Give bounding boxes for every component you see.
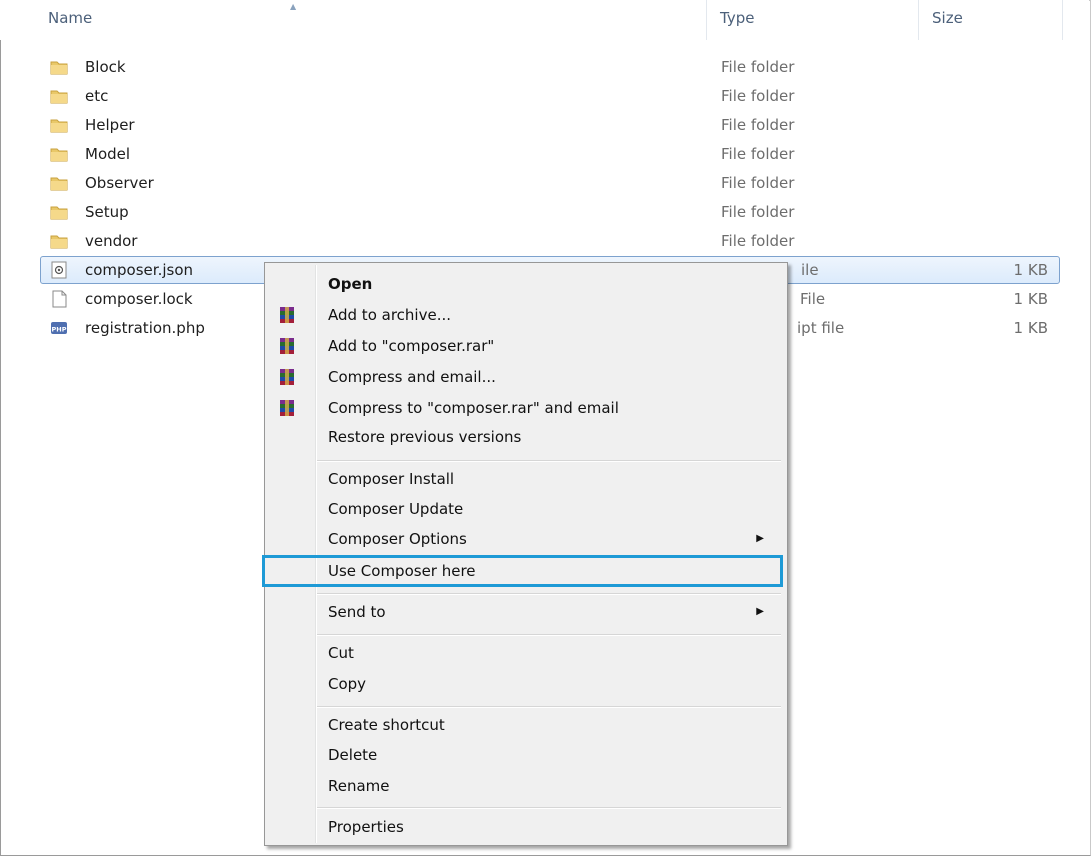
menu-item-label: Rename xyxy=(328,777,390,795)
menu-item-composer-install[interactable]: Composer Install xyxy=(268,464,784,494)
menu-item-restore-previous-versions[interactable]: Restore previous versions xyxy=(268,422,784,452)
menu-item-label: Cut xyxy=(328,644,354,662)
menu-item-label: Copy xyxy=(328,675,367,693)
file-name: etc xyxy=(85,87,109,105)
menu-separator xyxy=(317,634,781,636)
menu-separator xyxy=(317,706,781,708)
svg-text:PHP: PHP xyxy=(52,326,67,334)
file-type: File folder xyxy=(721,232,795,250)
menu-separator xyxy=(317,807,781,809)
file-size: 1 KB xyxy=(1013,261,1048,279)
submenu-arrow-icon: ▶ xyxy=(756,606,764,617)
menu-item-compress-and-email[interactable]: Compress and email... xyxy=(268,362,784,392)
menu-item-add-to-rar[interactable]: Add to "composer.rar" xyxy=(268,331,784,361)
file-type: File folder xyxy=(721,145,795,163)
menu-item-create-shortcut[interactable]: Create shortcut xyxy=(268,710,784,740)
menu-item-label: Compress and email... xyxy=(328,368,496,386)
file-name: Setup xyxy=(85,203,129,221)
folder-icon xyxy=(50,119,68,133)
column-header-type[interactable]: Type xyxy=(720,0,754,40)
context-menu: Open Add to archive... Add to "composer.… xyxy=(264,262,788,846)
file-type: ile xyxy=(801,261,819,279)
highlight-annotation-box xyxy=(262,555,783,587)
menu-item-copy[interactable]: Copy xyxy=(268,669,784,699)
menu-item-cut[interactable]: Cut xyxy=(268,638,784,668)
list-item-folder[interactable]: Helper File folder xyxy=(40,111,1060,139)
column-header-size[interactable]: Size xyxy=(932,0,963,40)
menu-item-properties[interactable]: Properties xyxy=(268,812,784,842)
folder-icon xyxy=(50,90,68,104)
list-item-folder[interactable]: Model File folder xyxy=(40,140,1060,168)
menu-item-send-to[interactable]: Send to ▶ xyxy=(268,597,784,627)
menu-item-composer-update[interactable]: Composer Update xyxy=(268,494,784,524)
file-type: File folder xyxy=(721,203,795,221)
file-name: composer.lock xyxy=(85,290,193,308)
menu-separator xyxy=(317,593,781,595)
file-type: ipt file xyxy=(797,319,845,337)
list-item-folder[interactable]: Observer File folder xyxy=(40,169,1060,197)
file-name: Helper xyxy=(85,116,135,134)
file-name: Observer xyxy=(85,174,154,192)
file-name: Model xyxy=(85,145,131,163)
file-type: File xyxy=(800,290,826,308)
blank-file-icon xyxy=(52,290,67,308)
menu-item-rename[interactable]: Rename xyxy=(268,771,784,801)
menu-item-label: Composer Options xyxy=(328,530,467,548)
menu-item-label: Restore previous versions xyxy=(328,428,522,446)
column-header-bar: Name ▲ Type Size xyxy=(0,0,1089,40)
json-file-icon xyxy=(51,261,67,279)
file-size: 1 KB xyxy=(1013,319,1048,337)
folder-icon xyxy=(50,148,68,162)
column-divider[interactable] xyxy=(706,0,707,40)
menu-item-label: Delete xyxy=(328,746,378,764)
menu-item-label: Composer Update xyxy=(328,500,464,518)
menu-item-label: Open xyxy=(328,275,373,293)
column-header-name[interactable]: Name xyxy=(48,0,92,40)
list-item-folder[interactable]: Block File folder xyxy=(40,53,1060,81)
winrar-icon xyxy=(280,338,294,354)
sort-ascending-icon: ▲ xyxy=(290,2,297,11)
file-name: vendor xyxy=(85,232,138,250)
list-item-folder[interactable]: vendor File folder xyxy=(40,227,1060,255)
folder-icon xyxy=(50,177,68,191)
menu-item-composer-options[interactable]: Composer Options ▶ xyxy=(268,524,784,554)
menu-item-compress-to-rar-and-email[interactable]: Compress to "composer.rar" and email xyxy=(268,393,784,423)
file-name: composer.json xyxy=(85,261,194,279)
menu-item-label: Add to "composer.rar" xyxy=(328,337,495,355)
file-type: File folder xyxy=(721,87,795,105)
file-name: registration.php xyxy=(85,319,205,337)
menu-item-label: Add to archive... xyxy=(328,306,451,324)
folder-icon xyxy=(50,206,68,220)
php-file-icon: PHP xyxy=(51,322,67,334)
menu-item-label: Composer Install xyxy=(328,470,455,488)
column-divider[interactable] xyxy=(1062,0,1063,40)
file-name: Block xyxy=(85,58,126,76)
winrar-icon xyxy=(280,400,294,416)
menu-item-label: Compress to "composer.rar" and email xyxy=(328,399,619,417)
column-divider[interactable] xyxy=(918,0,919,40)
menu-item-delete[interactable]: Delete xyxy=(268,740,784,770)
list-item-folder[interactable]: etc File folder xyxy=(40,82,1060,110)
menu-item-label: Send to xyxy=(328,603,386,621)
file-type: File folder xyxy=(721,58,795,76)
winrar-icon xyxy=(280,307,294,323)
menu-item-label: Properties xyxy=(328,818,404,836)
file-size: 1 KB xyxy=(1013,290,1048,308)
folder-icon xyxy=(50,61,68,75)
menu-separator xyxy=(317,460,781,462)
menu-item-add-to-archive[interactable]: Add to archive... xyxy=(268,300,784,330)
file-type: File folder xyxy=(721,116,795,134)
winrar-icon xyxy=(280,369,294,385)
folder-icon xyxy=(50,235,68,249)
menu-item-label: Create shortcut xyxy=(328,716,445,734)
file-type: File folder xyxy=(721,174,795,192)
submenu-arrow-icon: ▶ xyxy=(756,533,764,544)
list-item-folder[interactable]: Setup File folder xyxy=(40,198,1060,226)
menu-item-open[interactable]: Open xyxy=(268,269,784,299)
